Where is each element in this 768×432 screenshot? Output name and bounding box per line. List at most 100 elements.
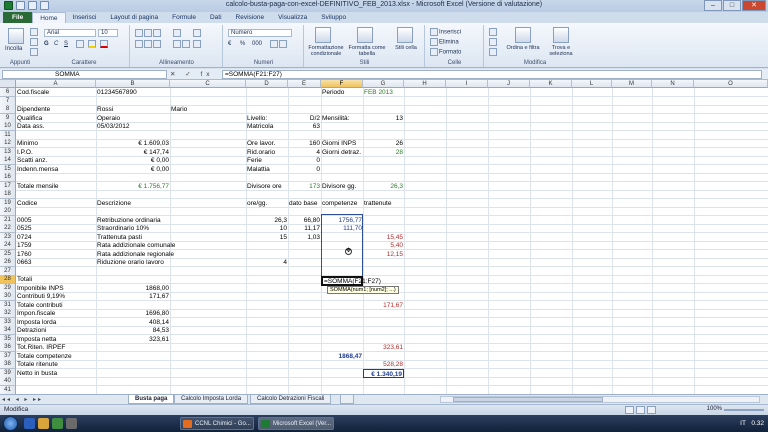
sort-filter-button[interactable]: Ordina e filtra <box>505 45 541 51</box>
cell-g13[interactable]: 28 <box>363 148 404 157</box>
align-top-icon[interactable] <box>135 29 162 37</box>
conditional-format-button[interactable]: Formattazione condizionale <box>306 45 346 57</box>
column-header-i[interactable]: I <box>446 80 488 88</box>
column-header-c[interactable]: C <box>170 80 246 88</box>
italic-button[interactable]: C <box>54 41 58 47</box>
ie-icon[interactable] <box>24 418 35 429</box>
column-header-f[interactable]: F <box>321 80 363 88</box>
cell-styles-button[interactable]: Stili cella <box>391 45 421 51</box>
column-header-e[interactable]: E <box>288 80 321 88</box>
cell-c8[interactable]: Mario <box>170 105 246 114</box>
page-break-view-icon[interactable] <box>647 406 656 414</box>
tab-insert[interactable]: Inserisci <box>66 12 104 23</box>
active-cell-F28[interactable]: =SOMMA(F21:F27) <box>321 276 381 286</box>
sort-filter-icon[interactable] <box>515 27 531 43</box>
number-format-select[interactable]: Numero <box>228 29 292 37</box>
cell-f19[interactable]: competenze <box>321 199 363 208</box>
font-name-select[interactable]: Arial <box>44 29 96 37</box>
cell-g9[interactable]: 13 <box>363 114 404 123</box>
column-header-b[interactable]: B <box>96 80 170 88</box>
maximize-button[interactable]: □ <box>723 0 741 11</box>
underline-button[interactable]: S <box>64 41 68 47</box>
cell-d10[interactable]: Matricola <box>246 122 288 131</box>
cell-b19[interactable]: Descrizione <box>96 199 170 208</box>
percent-button[interactable]: % <box>240 41 245 47</box>
cell-b6[interactable]: 01234567890 <box>96 88 170 97</box>
conditional-format-icon[interactable] <box>315 27 331 43</box>
column-header-k[interactable]: K <box>530 80 572 88</box>
tab-home[interactable]: Home <box>32 12 66 23</box>
cell-f17[interactable]: Divisore gg. <box>321 182 363 191</box>
page-layout-view-icon[interactable] <box>636 406 645 414</box>
cell-b35[interactable]: 323,61 <box>96 335 170 344</box>
row-header-41[interactable]: 41 <box>0 385 16 394</box>
fill-color-icon[interactable] <box>88 40 97 48</box>
find-select-button[interactable]: Trova e seleziona <box>543 45 579 57</box>
column-header-j[interactable]: J <box>488 80 530 88</box>
new-sheet-icon[interactable] <box>340 395 354 404</box>
column-header-o[interactable]: O <box>694 80 768 88</box>
cell-g19[interactable]: trattenute <box>363 199 404 208</box>
column-header-h[interactable]: H <box>404 80 446 88</box>
cell-d26[interactable]: 4 <box>246 258 288 267</box>
sheet-tab-busta-paga[interactable]: Busta paga <box>128 395 175 404</box>
column-header-a[interactable]: A <box>16 80 96 88</box>
delete-cells-button[interactable]: Elimina <box>430 38 459 46</box>
folder-icon[interactable] <box>38 418 49 429</box>
normal-view-icon[interactable] <box>625 406 634 414</box>
format-cells-button[interactable]: Formato <box>430 48 461 56</box>
cell-a39[interactable]: Netto in busta <box>16 369 96 378</box>
cell-b30[interactable]: 171,67 <box>96 292 170 301</box>
cell-g39[interactable]: € 1.340,19 <box>363 368 404 378</box>
cell-d15[interactable]: Malattia <box>246 165 288 174</box>
increase-decimal-icon[interactable] <box>270 40 288 48</box>
media-icon[interactable] <box>52 418 63 429</box>
cell-d19[interactable]: ore/gg. <box>246 199 288 208</box>
cell-b26[interactable]: Riduzione orario lavoro <box>96 258 170 267</box>
formula-input[interactable]: =SOMMA(F21:F27) <box>222 70 762 79</box>
column-header-n[interactable]: N <box>652 80 694 88</box>
sheet-tab-calcolo-detrazioni[interactable]: Calcolo Detrazioni Fiscali <box>250 395 332 404</box>
cell-b15[interactable]: € 0,00 <box>96 165 170 174</box>
copy-icon[interactable] <box>30 38 39 46</box>
cell-e15[interactable]: 0 <box>288 165 321 174</box>
cell-d17[interactable]: Divisore ore <box>246 182 288 191</box>
borders-icon[interactable] <box>76 40 85 48</box>
currency-button[interactable]: € <box>228 41 231 47</box>
thousands-button[interactable]: 000 <box>252 41 262 47</box>
cut-icon[interactable] <box>30 28 39 36</box>
zoom-slider[interactable] <box>724 409 764 411</box>
tab-developer[interactable]: Sviluppo <box>314 12 353 23</box>
cell-g31[interactable]: 171,67 <box>363 301 404 310</box>
name-box[interactable]: SOMMA <box>2 70 167 79</box>
formula-buttons[interactable]: ✕ ✓ fx <box>170 70 214 78</box>
select-all-corner[interactable] <box>0 80 16 88</box>
find-select-icon[interactable] <box>553 27 569 43</box>
cell-a17[interactable]: Totale mensile <box>16 182 96 191</box>
taskbar-item-excel[interactable]: Microsoft Excel (Ver... <box>258 417 334 430</box>
cell-g25[interactable]: 12,15 <box>363 250 404 259</box>
cell-e23[interactable]: 1,03 <box>288 233 321 242</box>
wrap-text-icon[interactable] <box>193 29 202 37</box>
autosum-icon[interactable] <box>489 28 498 36</box>
clear-icon[interactable] <box>489 48 498 56</box>
format-table-icon[interactable] <box>357 27 373 43</box>
font-size-select[interactable]: 10 <box>98 29 118 37</box>
column-header-m[interactable]: M <box>612 80 652 88</box>
clock[interactable]: 0.32 <box>751 420 764 427</box>
cell-e17[interactable]: 173 <box>288 182 321 191</box>
horizontal-scrollbar[interactable] <box>440 396 760 403</box>
cell-styles-icon[interactable] <box>397 27 413 43</box>
taskbar-item-ccnl[interactable]: CCNL Chimici - Go... <box>180 417 254 430</box>
cell-g6[interactable]: FEB 2013 <box>363 88 404 97</box>
zoom-level[interactable]: 100% <box>707 406 722 412</box>
column-header-l[interactable]: L <box>572 80 612 88</box>
tab-page-layout[interactable]: Layout di pagina <box>103 12 165 23</box>
cell-a19[interactable]: Codice <box>16 199 96 208</box>
minimize-button[interactable]: – <box>704 0 722 11</box>
cell-a26[interactable]: 0663 <box>16 258 96 267</box>
insert-cells-button[interactable]: Inserisci <box>430 28 461 36</box>
start-button-icon[interactable] <box>3 416 18 431</box>
format-painter-icon[interactable] <box>30 48 39 56</box>
cell-b10[interactable]: 05/03/2012 <box>96 122 170 131</box>
